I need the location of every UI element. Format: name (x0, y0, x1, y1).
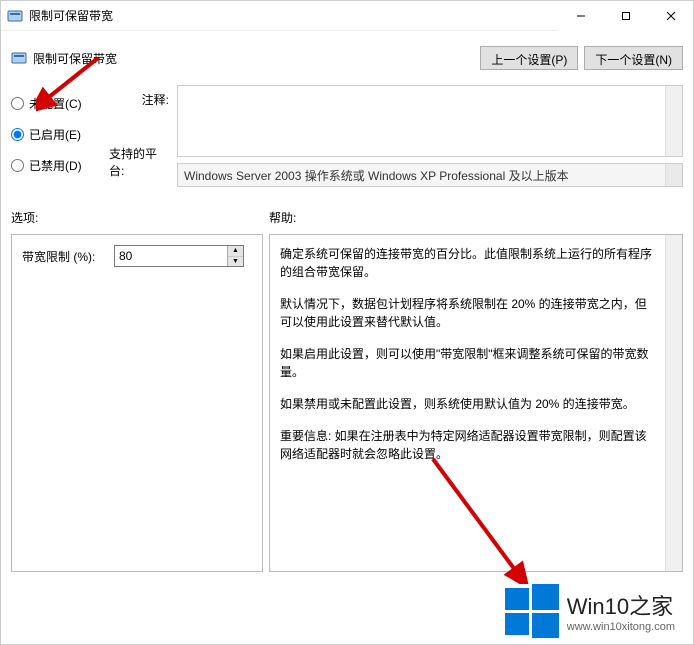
help-paragraph: 确定系统可保留的连接带宽的百分比。此值限制系统上运行的所有程序的组合带宽保留。 (280, 245, 658, 281)
bandwidth-limit-spinner[interactable]: ▲ ▼ (114, 245, 244, 267)
help-paragraph: 重要信息: 如果在注册表中为特定网络适配器设置带宽限制，则配置该网络适配器时就会… (280, 427, 658, 463)
window-title: 限制可保留带宽 (29, 7, 113, 24)
options-panel: 带宽限制 (%): ▲ ▼ (11, 234, 263, 572)
minimize-button[interactable] (558, 1, 603, 31)
section-headers: 选项: 帮助: (1, 191, 693, 230)
policy-title: 限制可保留带宽 (33, 50, 117, 67)
bandwidth-limit-input[interactable] (115, 246, 227, 266)
watermark: Win10之家 www.win10xitong.com (505, 584, 675, 638)
help-paragraph: 如果禁用或未配置此设置，则系统使用默认值为 20% 的连接带宽。 (280, 395, 658, 413)
spinner-down-icon[interactable]: ▼ (228, 257, 243, 267)
app-icon (7, 8, 23, 24)
nav-buttons: 上一个设置(P) 下一个设置(N) (480, 46, 683, 70)
bandwidth-limit-row: 带宽限制 (%): ▲ ▼ (22, 245, 252, 267)
watermark-brand: Win10之家 (567, 589, 675, 621)
panels-row: 带宽限制 (%): ▲ ▼ 确定系统可保留的连接带宽的百分比。此值限制系统上运行… (1, 230, 693, 582)
scrollbar[interactable] (665, 86, 682, 156)
options-header: 选项: (11, 209, 269, 226)
window-titlebar: 限制可保留带宽 (1, 1, 693, 31)
bandwidth-limit-label: 带宽限制 (%): (22, 248, 104, 265)
radio-disabled[interactable]: 已禁用(D) (11, 157, 101, 174)
maximize-button[interactable] (603, 1, 648, 31)
help-panel: 确定系统可保留的连接带宽的百分比。此值限制系统上运行的所有程序的组合带宽保留。 … (269, 234, 683, 572)
spinner-buttons: ▲ ▼ (227, 246, 243, 266)
radio-label: 已启用(E) (29, 126, 81, 143)
radio-enabled[interactable]: 已启用(E) (11, 126, 101, 143)
help-paragraph: 如果启用此设置，则可以使用"带宽限制"框来调整系统可保留的带宽数量。 (280, 345, 658, 381)
help-header: 帮助: (269, 209, 683, 226)
close-button[interactable] (648, 1, 693, 31)
help-paragraph: 默认情况下，数据包计划程序将系统限制在 20% 的连接带宽之内，但可以使用此设置… (280, 295, 658, 331)
field-values: Windows Server 2003 操作系统或 Windows XP Pro… (177, 85, 683, 187)
scrollbar[interactable] (665, 235, 682, 571)
comment-textarea[interactable] (177, 85, 683, 157)
comment-label: 注释: (142, 87, 169, 108)
previous-setting-button[interactable]: 上一个设置(P) (480, 46, 578, 70)
help-content: 确定系统可保留的连接带宽的百分比。此值限制系统上运行的所有程序的组合带宽保留。 … (280, 245, 658, 463)
spinner-up-icon[interactable]: ▲ (228, 246, 243, 257)
next-setting-button[interactable]: 下一个设置(N) (584, 46, 683, 70)
scrollbar[interactable] (665, 164, 682, 186)
policy-icon (11, 50, 27, 66)
window-controls (558, 1, 693, 31)
header-row: 限制可保留带宽 上一个设置(P) 下一个设置(N) (1, 31, 693, 79)
state-radio-group: 未配置(C) 已启用(E) 已禁用(D) (11, 85, 101, 187)
supported-platform-box: Windows Server 2003 操作系统或 Windows XP Pro… (177, 163, 683, 187)
platform-label: 支持的平台: (109, 141, 169, 185)
field-labels: 注释: 支持的平台: (109, 85, 169, 187)
platform-text: Windows Server 2003 操作系统或 Windows XP Pro… (184, 167, 569, 184)
windows-logo-icon (505, 584, 559, 638)
radio-label: 已禁用(D) (29, 157, 82, 174)
configuration-area: 未配置(C) 已启用(E) 已禁用(D) 注释: 支持的平台: Windows … (1, 79, 693, 191)
radio-label: 未配置(C) (29, 95, 82, 112)
watermark-url: www.win10xitong.com (567, 621, 675, 633)
radio-not-configured[interactable]: 未配置(C) (11, 95, 101, 112)
